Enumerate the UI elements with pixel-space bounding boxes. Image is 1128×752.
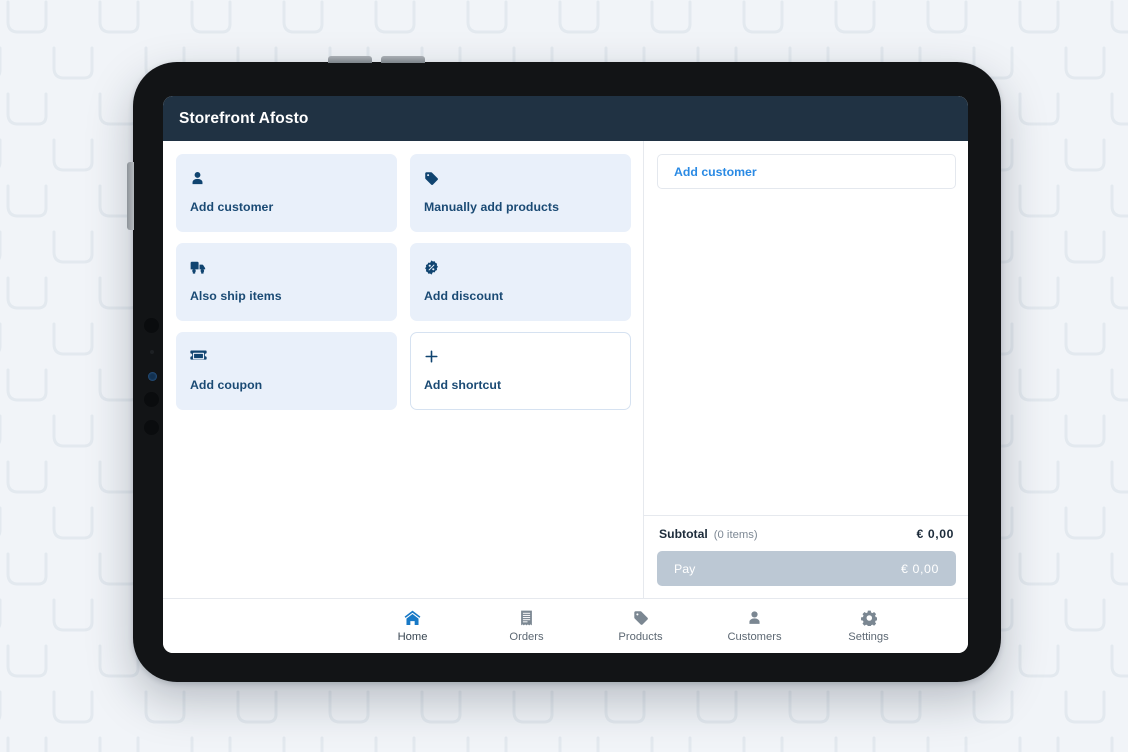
sensor-dot xyxy=(144,420,159,435)
shortcut-label: Manually add products xyxy=(424,200,559,214)
add-customer-button[interactable]: Add customer xyxy=(657,154,956,189)
pay-button-label: Pay xyxy=(674,561,696,576)
shortcuts-panel: Add customer Manually add products Also … xyxy=(163,141,644,598)
plus-icon xyxy=(424,346,617,366)
app-header: Storefront Afosto xyxy=(163,96,968,141)
shortcut-card-add-discount[interactable]: Add discount xyxy=(410,243,631,321)
shortcut-card-manually-add-products[interactable]: Manually add products xyxy=(410,154,631,232)
tablet-screen: Storefront Afosto Add customer Manually … xyxy=(163,96,968,653)
badge-percent-icon xyxy=(424,257,617,277)
add-customer-label: Add customer xyxy=(674,164,757,179)
shortcut-card-also-ship-items[interactable]: Also ship items xyxy=(176,243,397,321)
shortcut-card-add-coupon[interactable]: Add coupon xyxy=(176,332,397,410)
shortcut-label: Add discount xyxy=(424,289,504,303)
nav-label: Settings xyxy=(848,631,889,643)
nav-item-home[interactable]: Home xyxy=(376,609,450,643)
nav-item-products[interactable]: Products xyxy=(604,609,678,643)
person-icon xyxy=(190,168,383,188)
pay-button[interactable]: Pay € 0,00 xyxy=(657,551,956,586)
nav-item-settings[interactable]: Settings xyxy=(832,609,906,643)
shortcut-label: Also ship items xyxy=(190,289,282,303)
home-icon xyxy=(404,609,421,626)
nav-label: Products xyxy=(618,631,663,643)
nav-item-orders[interactable]: Orders xyxy=(490,609,564,643)
camera-lens xyxy=(148,372,157,381)
shortcut-label: Add coupon xyxy=(190,378,263,392)
volume-up-button[interactable] xyxy=(328,56,372,63)
bottom-navigation: Home Orders Products Customers Settings xyxy=(163,598,968,653)
shortcut-label: Add shortcut xyxy=(424,378,502,392)
nav-label: Orders xyxy=(509,631,544,643)
power-button[interactable] xyxy=(127,162,134,230)
truck-icon xyxy=(190,257,383,277)
subtotal-item-count: (0 items) xyxy=(713,529,758,541)
cart-summary: Subtotal (0 items) € 0,00 Pay € 0,00 xyxy=(644,515,968,598)
cart-panel: Add customer Subtotal (0 items) € 0,00 P… xyxy=(644,141,968,598)
subtotal-left: Subtotal (0 items) xyxy=(659,527,758,541)
receipt-icon xyxy=(520,609,533,626)
ticket-icon xyxy=(190,346,383,366)
pay-button-amount: € 0,00 xyxy=(900,561,939,576)
tag-icon xyxy=(633,609,649,626)
page-background: Storefront Afosto Add customer Manually … xyxy=(0,0,1128,752)
tag-icon xyxy=(424,168,617,188)
subtotal-row: Subtotal (0 items) € 0,00 xyxy=(657,527,956,541)
nav-item-customers[interactable]: Customers xyxy=(718,609,792,643)
volume-down-button[interactable] xyxy=(381,56,425,63)
app-title: Storefront Afosto xyxy=(179,109,309,127)
cart-items-area: Add customer xyxy=(644,141,968,515)
shortcut-grid: Add customer Manually add products Also … xyxy=(176,154,631,410)
tablet-device: Storefront Afosto Add customer Manually … xyxy=(127,56,1004,685)
shortcut-card-add-shortcut[interactable]: Add shortcut xyxy=(410,332,631,410)
subtotal-label: Subtotal xyxy=(659,527,708,541)
person-icon xyxy=(747,609,762,626)
sensor-dot xyxy=(144,318,159,333)
nav-label: Home xyxy=(397,631,428,643)
subtotal-amount: € 0,00 xyxy=(916,527,954,541)
app-body: Add customer Manually add products Also … xyxy=(163,141,968,598)
shortcut-card-add-customer[interactable]: Add customer xyxy=(176,154,397,232)
nav-label: Customers xyxy=(727,631,782,643)
shortcut-label: Add customer xyxy=(190,200,274,214)
microphone-dot xyxy=(150,350,154,354)
gear-icon xyxy=(860,609,877,626)
sensor-dot xyxy=(144,392,159,407)
